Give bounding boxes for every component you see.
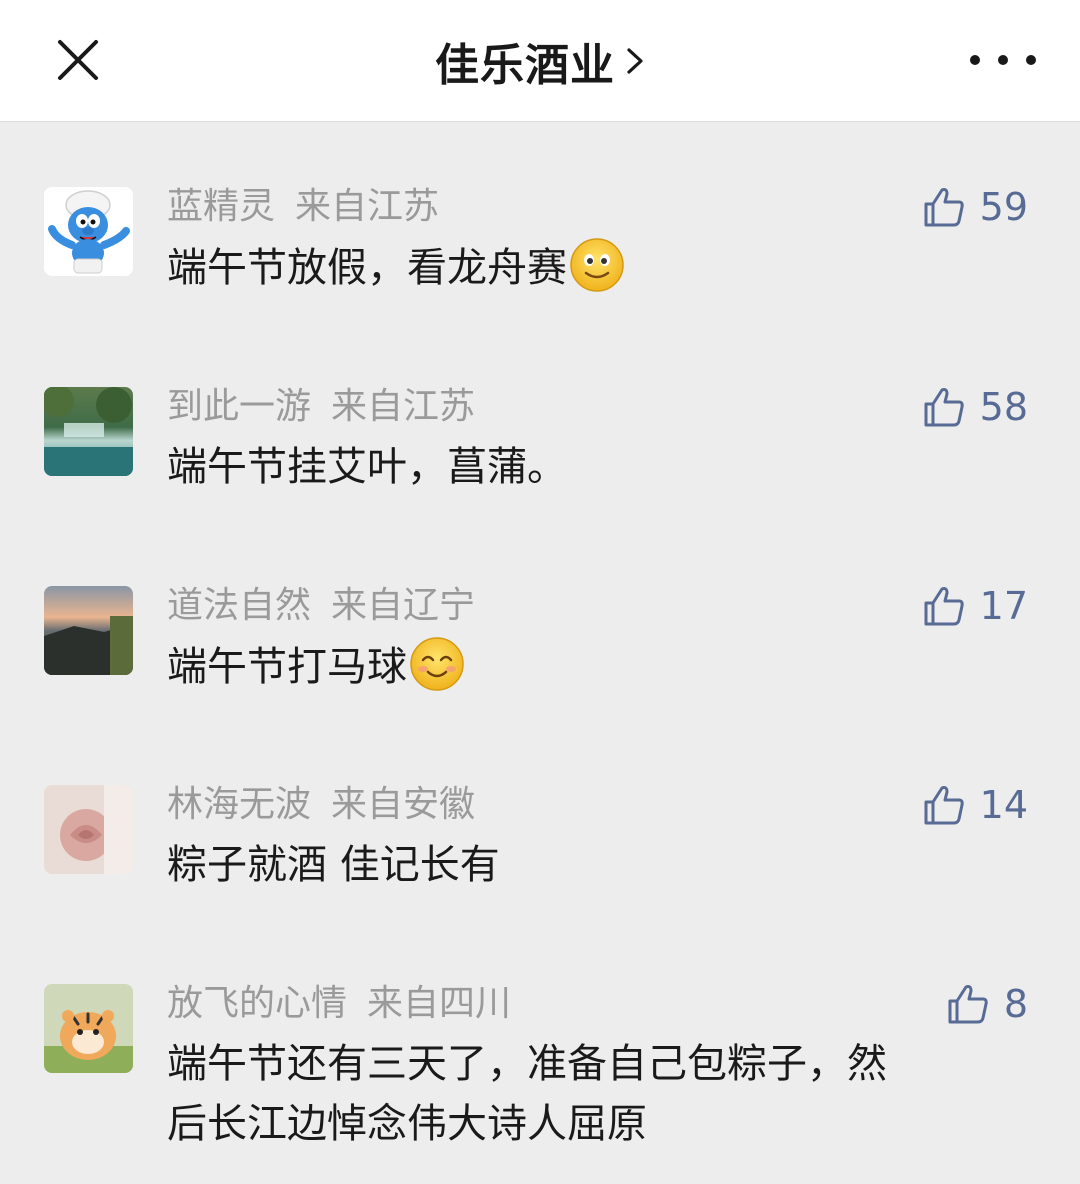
comment-text: 端午节挂艾叶，菖蒲。: [167, 437, 1017, 497]
comment-body: 端午节放假，看龙舟赛: [167, 245, 567, 291]
comment-text: 端午节放假，看龙舟赛: [167, 237, 1017, 298]
tiger-cub-avatar[interactable]: [44, 984, 133, 1073]
comment-body-line: 后长江边悼念伟大诗人屈原: [167, 1101, 647, 1147]
comment-meta: 道法自然 来自辽宁: [167, 584, 475, 628]
like-count: 14: [979, 783, 1028, 827]
close-button[interactable]: [56, 38, 100, 82]
comment-text: 端午节还有三天了，准备自己包粽子，然 后长江边悼念伟大诗人屈原: [167, 1034, 1017, 1154]
blushing-smile-emoji: [410, 637, 464, 691]
thumbs-up-icon: [924, 388, 964, 427]
like-button[interactable]: 14: [922, 783, 1028, 827]
commenter-name[interactable]: 道法自然: [167, 585, 311, 626]
comment-text: 粽子就酒 佳记长有: [167, 835, 1017, 895]
commenter-name[interactable]: 到此一游: [167, 386, 311, 427]
mountain-sunset-avatar[interactable]: [44, 586, 133, 675]
comment-meta: 到此一游 来自江苏: [167, 385, 475, 429]
thumbs-up-icon: [948, 985, 988, 1024]
comment-body: 粽子就酒 佳记长有: [167, 842, 500, 888]
close-icon: [58, 40, 98, 80]
pink-rose-avatar[interactable]: [44, 785, 133, 874]
commenter-location: 来自辽宁: [331, 585, 476, 626]
commenter-location: 来自四川: [367, 983, 512, 1024]
thumbs-up-icon: [924, 587, 964, 626]
thumbs-up-icon: [924, 188, 964, 227]
top-bar: 佳乐酒业: [0, 0, 1080, 122]
like-count: 17: [979, 584, 1028, 628]
like-button[interactable]: 59: [922, 185, 1028, 229]
like-button[interactable]: 58: [922, 385, 1028, 429]
comment-body: 端午节挂艾叶，菖蒲。: [167, 444, 567, 490]
account-title-button[interactable]: 佳乐酒业: [435, 29, 645, 93]
more-dots-icon: [970, 55, 980, 65]
like-button[interactable]: 8: [946, 982, 1028, 1026]
smurf-avatar[interactable]: [44, 187, 133, 276]
comment-meta: 放飞的心情 来自四川: [167, 982, 511, 1026]
commenter-name[interactable]: 蓝精灵: [167, 186, 275, 227]
page-title: 佳乐酒业: [435, 40, 615, 91]
commenter-name[interactable]: 林海无波: [167, 784, 311, 825]
like-button[interactable]: 17: [922, 584, 1028, 628]
commenter-location: 来自江苏: [295, 186, 440, 227]
like-count: 58: [979, 385, 1028, 429]
slightly-smiling-emoji: [570, 238, 624, 292]
commenter-name[interactable]: 放飞的心情: [167, 983, 347, 1024]
comment-meta: 林海无波 来自安徽: [167, 783, 475, 827]
commenter-location: 来自江苏: [331, 386, 476, 427]
comment-body: 端午节打马球: [167, 644, 407, 690]
like-count: 8: [1003, 982, 1028, 1026]
commenter-location: 来自安徽: [331, 784, 476, 825]
thumbs-up-icon: [924, 786, 964, 825]
chevron-right-icon: [627, 48, 643, 74]
waterfall-landscape-avatar[interactable]: [44, 387, 133, 476]
more-options-button[interactable]: [970, 42, 1036, 78]
comment-meta: 蓝精灵 来自江苏: [167, 185, 439, 229]
comment-body-line: 端午节还有三天了，准备自己包粽子，然: [167, 1041, 887, 1087]
comment-text: 端午节打马球: [167, 636, 1017, 697]
like-count: 59: [979, 185, 1028, 229]
